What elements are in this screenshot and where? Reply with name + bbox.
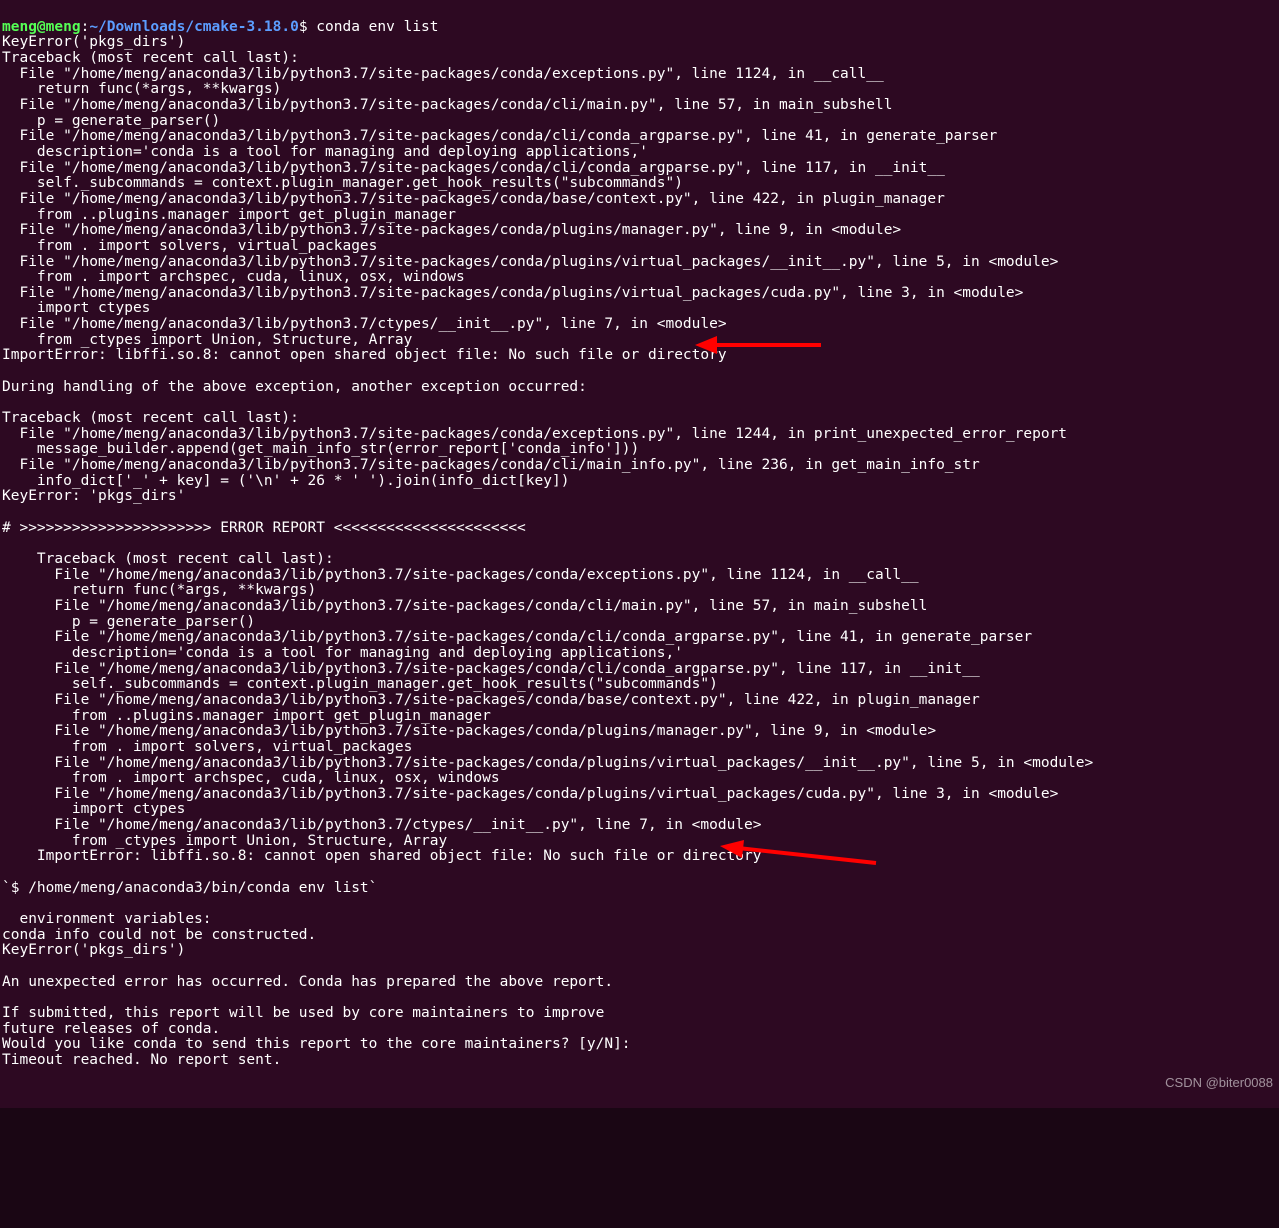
prompt-dollar: $ bbox=[299, 19, 308, 35]
prompt-user-host: meng@meng bbox=[2, 19, 81, 35]
prompt-colon: : bbox=[81, 19, 90, 35]
watermark: CSDN @biter0088 bbox=[1165, 1076, 1273, 1090]
terminal-lines: KeyError('pkgs_dirs') Traceback (most re… bbox=[2, 35, 1277, 1068]
window-bottom-bar bbox=[0, 1108, 1279, 1228]
prompt-command: conda env list bbox=[308, 19, 439, 35]
prompt-path: ~/Downloads/cmake-3.18.0 bbox=[89, 19, 299, 35]
terminal-output[interactable]: meng@meng:~/Downloads/cmake-3.18.0$ cond… bbox=[0, 0, 1279, 1086]
